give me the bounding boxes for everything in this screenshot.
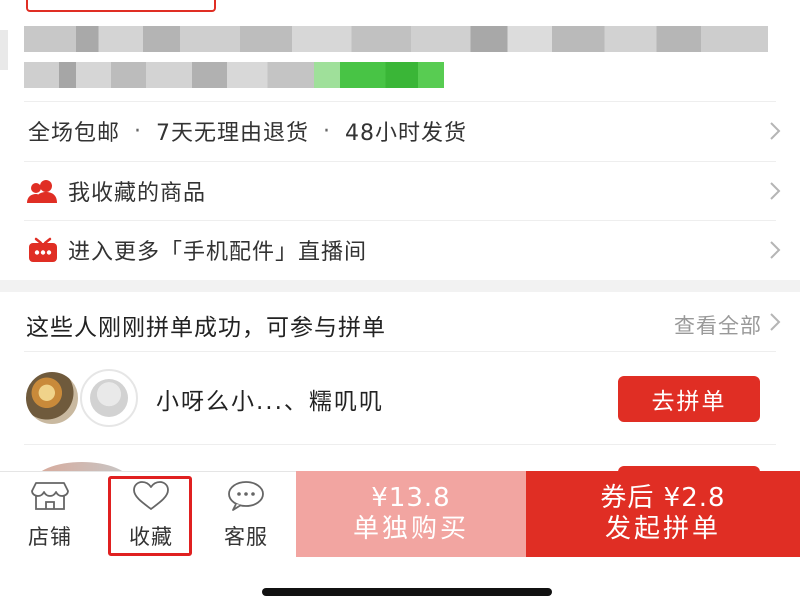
section-separator [0, 280, 800, 292]
group-buy-title: 这些人刚刚拼单成功，可参与拼单 [26, 315, 386, 341]
users-icon [26, 178, 60, 204]
view-all-link[interactable]: 查看全部 [674, 310, 762, 340]
blurred-product-tag-green [314, 62, 444, 88]
blurred-product-title-line-1 [24, 26, 768, 52]
group-price: 券后 ¥2.8 [600, 482, 726, 513]
group-buy-item-partial [0, 444, 800, 474]
store-tab-label: 店铺 [28, 524, 72, 549]
avatar [24, 370, 80, 426]
my-favorites-row[interactable]: 我收藏的商品 [0, 162, 800, 220]
customer-service-tab[interactable]: 客服 [210, 472, 282, 559]
product-title-area [0, 0, 800, 100]
promo-tag [26, 0, 216, 12]
start-group-buy-button[interactable]: 券后 ¥2.8 发起拼单 [526, 471, 800, 557]
store-icon [30, 481, 70, 515]
live-room-row[interactable]: 进入更多「手机配件」直播间 [0, 221, 800, 279]
store-tab[interactable]: 店铺 [14, 472, 86, 559]
avatar-placeholder [80, 369, 138, 427]
chevron-right-icon [764, 120, 786, 142]
home-indicator[interactable] [262, 588, 552, 596]
customer-service-tab-label: 客服 [224, 524, 268, 549]
service-48h-shipping: 48小时发货 [345, 121, 468, 146]
live-tv-icon [26, 237, 60, 263]
chevron-right-icon[interactable] [764, 311, 786, 333]
single-price: ¥13.8 [371, 482, 451, 513]
edge-mark [0, 30, 8, 70]
chat-bubble-icon [226, 480, 266, 515]
avatar-group [24, 369, 142, 428]
group-member-names: 小呀么小...、糯叽叽 [156, 389, 384, 415]
chevron-right-icon [764, 180, 786, 202]
group-buy-header: 这些人刚刚拼单成功，可参与拼单 查看全部 [0, 292, 800, 352]
service-free-shipping: 全场包邮 [28, 121, 121, 146]
live-room-label: 进入更多「手机配件」直播间 [68, 240, 368, 265]
chevron-right-icon [764, 239, 786, 261]
buy-alone-label: 单独购买 [352, 514, 469, 544]
service-7day-return: 7天无理由退货 [156, 121, 310, 146]
services-row[interactable]: 全场包邮 · 7天无理由退货 · 48小时发货 [0, 102, 800, 160]
service-separator: · [323, 118, 332, 144]
my-favorites-label: 我收藏的商品 [68, 181, 207, 206]
blurred-product-title-line-2 [24, 62, 314, 88]
start-group-buy-label: 发起拼单 [604, 514, 721, 544]
service-separator: · [134, 118, 143, 144]
join-group-button[interactable]: 去拼单 [618, 376, 760, 422]
group-buy-item: 小呀么小...、糯叽叽 去拼单 [0, 352, 800, 444]
favorite-highlight-box [108, 476, 192, 556]
buy-alone-button[interactable]: ¥13.8 单独购买 [296, 471, 526, 557]
